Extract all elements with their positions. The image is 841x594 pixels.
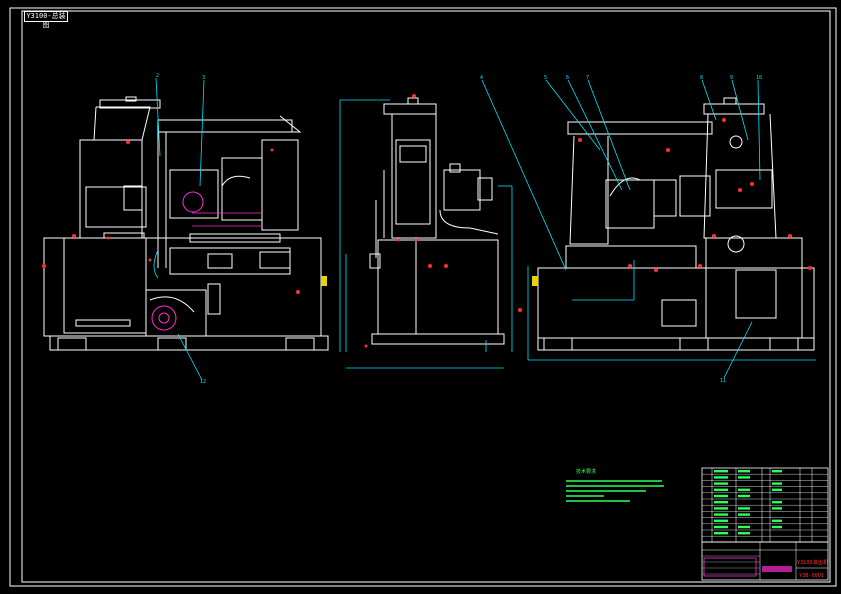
parts-cell-mark — [738, 488, 750, 491]
parts-cell-mark — [714, 532, 728, 535]
inner-frame — [21, 10, 831, 583]
parts-cell-mark — [772, 482, 782, 485]
callout-9: 9 — [730, 75, 733, 81]
parts-cell-mark — [714, 470, 728, 473]
callout-8: 8 — [700, 75, 703, 81]
right-handwheel-accent — [532, 276, 538, 286]
front-view-center-marks — [364, 94, 448, 348]
right-view-dimension-lines — [481, 79, 816, 379]
parts-cell-mark — [714, 488, 728, 491]
parts-cell-mark — [772, 470, 782, 473]
left-handwheel-accent — [321, 276, 327, 286]
parts-cell-mark — [738, 532, 750, 535]
callout-12: 12 — [200, 379, 206, 385]
parts-list-table-icon[interactable] — [701, 467, 829, 543]
callout-2: 2 — [156, 73, 159, 79]
parts-cell-mark — [738, 494, 750, 498]
parts-cell-mark — [772, 507, 782, 510]
left-view-machine-icon[interactable] — [43, 96, 329, 351]
parts-cell-mark — [772, 525, 782, 529]
parts-cell-mark — [714, 519, 728, 522]
parts-cell-mark — [738, 507, 750, 510]
callout-3: 3 — [202, 75, 205, 81]
parts-cell-mark — [772, 488, 782, 491]
callout-5: 5 — [544, 75, 547, 81]
drawing-code: Y3B-0001 — [799, 573, 824, 579]
front-view-machine-icon[interactable] — [369, 97, 505, 345]
parts-cell-mark — [714, 494, 728, 498]
left-view-dimension-lines — [153, 77, 262, 381]
parts-cell-mark — [714, 507, 728, 510]
parts-cell-mark — [714, 513, 728, 516]
callout-6: 6 — [566, 75, 569, 81]
right-view-center-marks — [518, 118, 812, 312]
parts-cell-mark — [714, 501, 728, 504]
parts-cell-mark — [714, 482, 728, 485]
parts-cell-mark — [714, 476, 728, 479]
notes-title: 技术要求 — [576, 468, 596, 475]
parts-cell-mark — [772, 519, 782, 522]
drawing-name: Y3100滚齿机 — [797, 558, 829, 566]
callout-7: 7 — [586, 75, 589, 81]
callout-4: 4 — [480, 75, 483, 81]
right-view-machine-icon[interactable] — [537, 97, 815, 351]
parts-cell-mark — [738, 513, 750, 516]
parts-cell-mark — [714, 525, 728, 529]
title-block-icon[interactable]: Y3100滚齿机 Y3B-0001 — [701, 541, 829, 581]
parts-cell-mark — [772, 501, 782, 504]
technical-notes: 技术要求 — [566, 468, 664, 502]
left-view-center-marks — [42, 140, 300, 294]
assembly-drawing[interactable]: 2 3 4 5 6 7 8 9 10 11 12 技术要求 Y3100滚齿机 Y… — [0, 0, 841, 594]
callout-11: 11 — [720, 378, 726, 384]
parts-cell-mark — [738, 470, 750, 473]
cad-viewport[interactable]: 2 3 4 5 6 7 8 9 10 11 12 技术要求 Y3100滚齿机 Y… — [0, 0, 841, 594]
parts-cell-mark — [738, 476, 750, 479]
parts-cell-mark — [738, 525, 750, 529]
callout-10: 10 — [756, 75, 762, 81]
drawing-code-tag: Y3100-总装图 — [24, 11, 68, 29]
